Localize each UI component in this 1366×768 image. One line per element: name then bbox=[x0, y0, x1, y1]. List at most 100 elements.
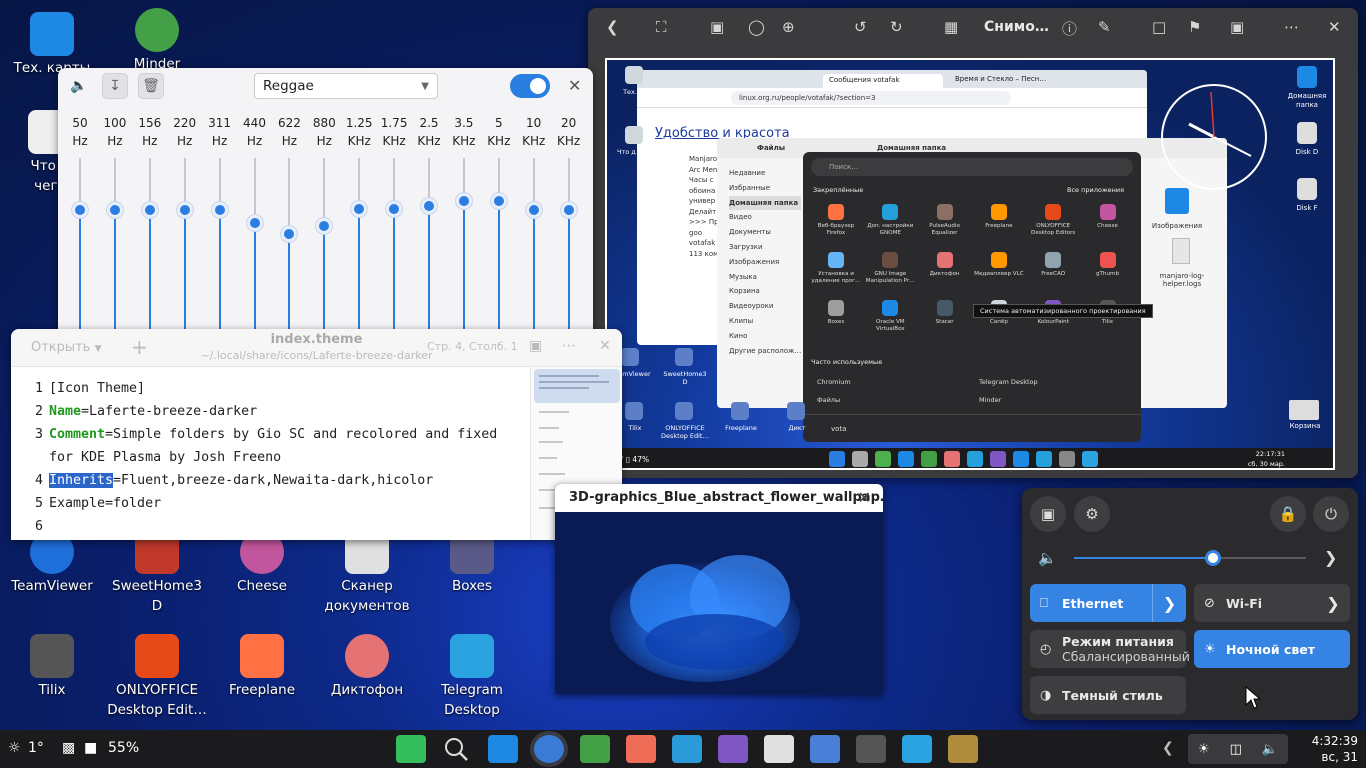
power-button[interactable]: ⏻ bbox=[1313, 496, 1349, 532]
band-slider-knob[interactable] bbox=[246, 214, 263, 231]
settings-button[interactable]: ⚙ bbox=[1074, 496, 1110, 532]
quick-toggle[interactable]: ⊘ Wi-Fi ❯ bbox=[1194, 584, 1350, 622]
text-editor-icon[interactable] bbox=[672, 735, 702, 763]
equalizer-icon[interactable] bbox=[948, 735, 978, 763]
files-icon[interactable] bbox=[488, 735, 518, 763]
band-unit: KHz bbox=[452, 134, 476, 148]
desktop-icon[interactable]: Minder bbox=[107, 8, 207, 74]
save-preset-button[interactable]: ↧ bbox=[102, 73, 128, 99]
desktop-icon[interactable]: Сканер документов bbox=[317, 530, 417, 616]
desktop-icon[interactable]: Tilix bbox=[2, 634, 102, 700]
code-line[interactable]: Example=folder bbox=[49, 492, 161, 515]
band-slider-knob[interactable] bbox=[211, 202, 228, 218]
band-slider-knob[interactable] bbox=[72, 202, 88, 218]
shot-dock-icon bbox=[1036, 451, 1052, 467]
chevron-left-icon[interactable]: ❮ bbox=[1162, 740, 1174, 756]
shot-app-icon bbox=[882, 300, 899, 316]
quick-toggle-text: Темный стиль bbox=[1062, 688, 1163, 703]
close-icon[interactable]: ✕ bbox=[568, 76, 581, 95]
gallery-icon[interactable]: ▦ bbox=[944, 18, 958, 36]
chevron-right-icon[interactable]: ❯ bbox=[1324, 548, 1337, 567]
band-slider-knob[interactable] bbox=[176, 202, 193, 218]
image-viewer-icon[interactable] bbox=[626, 735, 656, 763]
minder-icon[interactable] bbox=[580, 735, 610, 763]
export-icon[interactable]: ▣ bbox=[1230, 18, 1244, 36]
quick-toggle[interactable]: ☀ Ночной свет bbox=[1194, 630, 1350, 668]
band-slider-knob[interactable] bbox=[351, 200, 368, 217]
search-icon[interactable] bbox=[442, 735, 472, 763]
comment-icon[interactable]: □ bbox=[1152, 18, 1166, 36]
clock-date[interactable]: вс, 31 мар. bbox=[1290, 750, 1358, 768]
band-label: 622 Hz bbox=[272, 114, 306, 150]
band-slider-knob[interactable] bbox=[281, 226, 298, 243]
telegram-icon[interactable] bbox=[902, 735, 932, 763]
chromium-icon[interactable] bbox=[534, 735, 564, 763]
code-line[interactable]: Comment=Simple folders by Gio SC and rec… bbox=[49, 423, 497, 446]
band-slider-knob[interactable] bbox=[490, 193, 507, 210]
terminal-icon[interactable] bbox=[856, 735, 886, 763]
info-icon[interactable]: ⓘ bbox=[1062, 18, 1077, 39]
screenshot-button[interactable]: ▣ bbox=[1030, 496, 1066, 532]
chevron-right-icon[interactable]: ❯ bbox=[1316, 584, 1350, 622]
fit-screen-icon[interactable]: ⛶ bbox=[656, 18, 667, 36]
system-tray[interactable]: ☀ ◫ 🔈 bbox=[1188, 734, 1288, 764]
volume-knob[interactable] bbox=[1205, 550, 1222, 566]
lock-button[interactable]: 🔒 bbox=[1270, 496, 1306, 532]
manjaro-icon[interactable] bbox=[396, 735, 426, 763]
back-icon[interactable]: ❮ bbox=[606, 18, 619, 36]
volume-slider[interactable] bbox=[1074, 550, 1306, 566]
battery-percent[interactable]: 55% bbox=[108, 740, 139, 756]
menu-icon[interactable]: ⋯ bbox=[562, 338, 576, 354]
band-slider-fill bbox=[358, 208, 361, 338]
more-icon[interactable]: ⋯ bbox=[1284, 18, 1299, 36]
zoom-in-icon[interactable]: ⊕ bbox=[782, 18, 795, 36]
band-slider-knob[interactable] bbox=[560, 202, 577, 218]
band-slider-knob[interactable] bbox=[386, 200, 403, 217]
mail-icon[interactable] bbox=[764, 735, 794, 763]
shot-app-label: Установка и удаление прог… bbox=[811, 271, 861, 284]
one-to-one-icon[interactable]: ▣ bbox=[710, 18, 724, 36]
clock-time[interactable]: 4:32:39 bbox=[1290, 734, 1358, 748]
rotate-right-icon[interactable]: ↻ bbox=[890, 18, 903, 36]
band-slider-knob[interactable] bbox=[455, 193, 472, 210]
code-line[interactable]: Name=Laferte-breeze-darker bbox=[49, 400, 257, 423]
quick-toggle[interactable]: ◴ Режим питания Сбалансированный bbox=[1030, 630, 1190, 668]
shot-trash-label: Корзина bbox=[1289, 422, 1321, 430]
quick-toggle[interactable]: ◑ Темный стиль bbox=[1030, 676, 1186, 714]
desktop-icon[interactable]: ONLYOFFICE Desktop Edit… bbox=[107, 634, 207, 720]
preset-dropdown[interactable]: Reggae ▼ bbox=[254, 73, 438, 99]
notes-icon[interactable] bbox=[718, 735, 748, 763]
desktop-icon[interactable]: Freeplane bbox=[212, 634, 312, 700]
zoom-fit-icon[interactable]: ◯ bbox=[748, 18, 765, 36]
band-slider-knob[interactable] bbox=[525, 202, 542, 218]
band-slider-knob[interactable] bbox=[141, 202, 158, 218]
weather-temp[interactable]: 1° bbox=[28, 740, 44, 756]
battery-icon[interactable]: ■ bbox=[84, 740, 97, 756]
band-slider-knob[interactable] bbox=[316, 217, 333, 234]
close-icon[interactable]: ✕ bbox=[858, 488, 871, 507]
chevron-right-icon[interactable]: ❯ bbox=[1152, 584, 1186, 622]
band-slider-knob[interactable] bbox=[106, 202, 123, 218]
desktop-icon[interactable]: SweetHome3 D bbox=[107, 530, 207, 616]
shot-app-grid: Веб-браузер Firefox Доп. настройки GNOME P… bbox=[809, 202, 1135, 348]
rotate-left-icon[interactable]: ↺ bbox=[854, 18, 867, 36]
code-line[interactable]: [Icon Theme] bbox=[49, 377, 145, 400]
desktop-icon[interactable]: Диктофон bbox=[317, 634, 417, 700]
code-line[interactable]: for KDE Plasma by Josh Freeno bbox=[49, 446, 281, 469]
close-icon[interactable]: ✕ bbox=[1328, 18, 1341, 36]
close-icon[interactable]: ✕ bbox=[599, 338, 611, 354]
band-slider-knob[interactable] bbox=[421, 197, 437, 214]
save-icon[interactable]: ▣ bbox=[529, 338, 542, 354]
cursor-position[interactable]: Стр. 4, Столб. 1 bbox=[427, 340, 518, 353]
delete-preset-button[interactable]: 🗑 bbox=[138, 73, 164, 99]
desktop-icon[interactable]: Telegram Desktop bbox=[422, 634, 522, 720]
equalizer-enable-toggle[interactable] bbox=[510, 74, 550, 98]
memory-icon[interactable]: ▩ bbox=[62, 740, 75, 756]
tag-icon[interactable]: ⚑ bbox=[1188, 18, 1201, 36]
speaker-icon[interactable]: 🔈 bbox=[66, 73, 92, 99]
code-line[interactable]: Inherits=Fluent,breeze-dark,Newaita-dark… bbox=[49, 469, 433, 492]
boxes-icon[interactable] bbox=[810, 735, 840, 763]
edit-icon[interactable]: ✎ bbox=[1098, 18, 1111, 36]
quick-toggle[interactable]: ⎕ Ethernet ❯ bbox=[1030, 584, 1186, 622]
weather-icon[interactable]: ☼ bbox=[8, 740, 21, 756]
